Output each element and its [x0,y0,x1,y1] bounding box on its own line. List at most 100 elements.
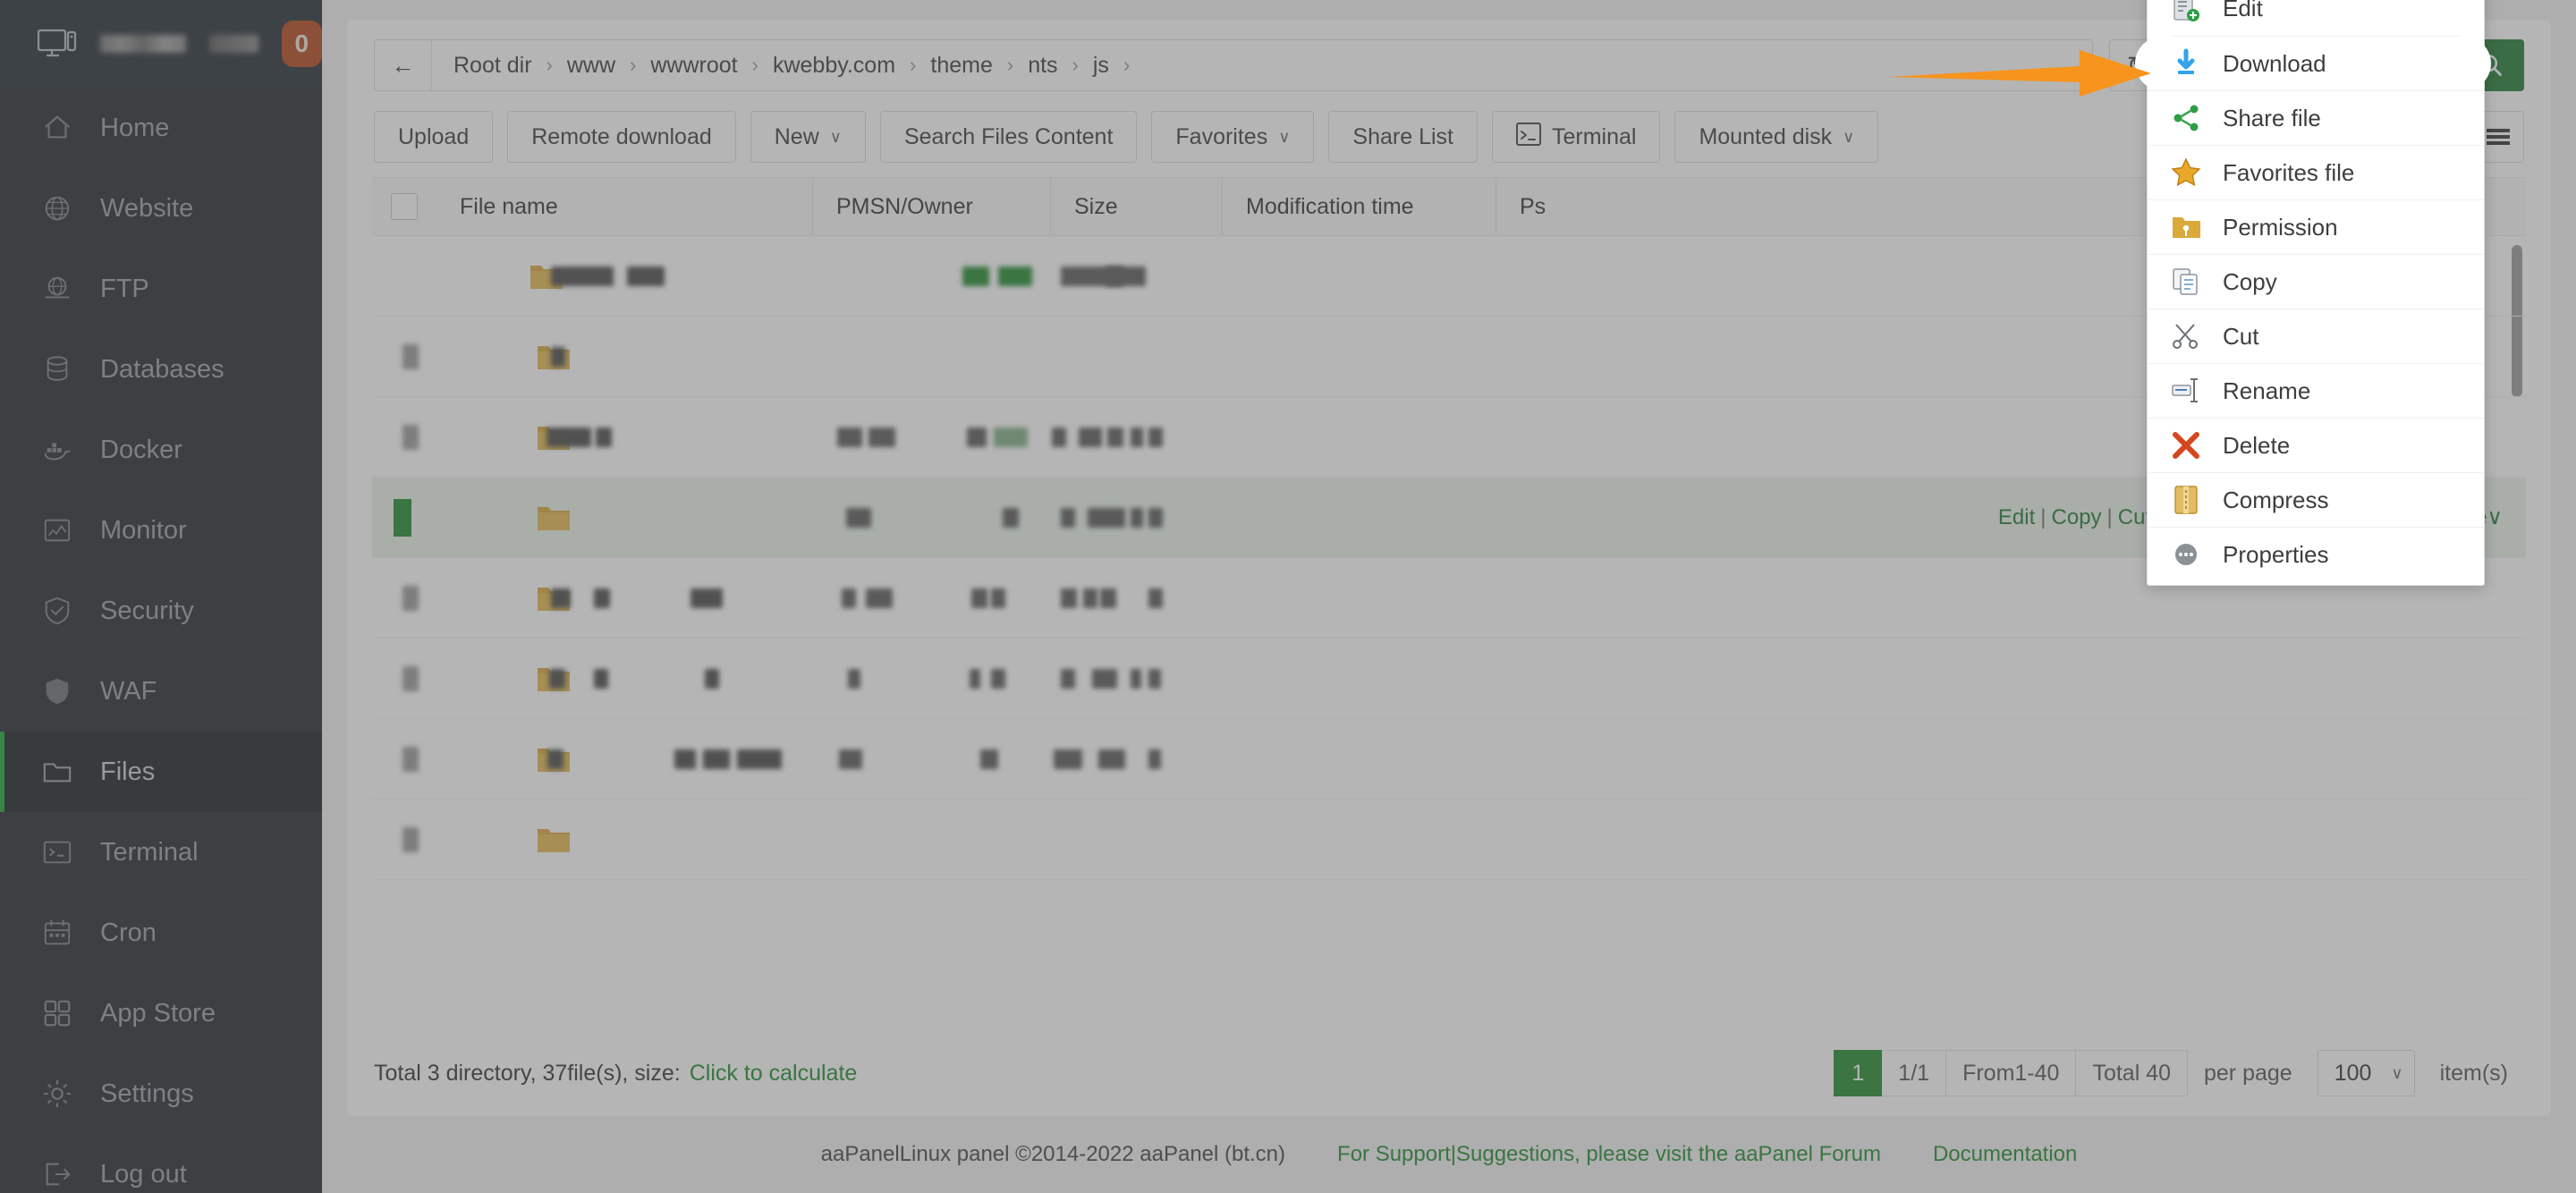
notification-badge[interactable]: 0 [281,20,322,67]
arrow-left-icon[interactable]: ← [375,40,432,90]
page-footer: aaPanelLinux panel ©2014-2022 aaPanel (b… [322,1116,2576,1193]
upload-button[interactable]: Upload [374,111,494,163]
sidebar-item-ftp[interactable]: FTP [0,249,322,329]
arrow-annotation-icon [1887,50,2151,97]
sidebar-item-terminal[interactable]: Terminal [0,812,322,893]
terminal-label: Terminal [1551,123,1637,149]
share-icon [2169,101,2203,135]
size-redacted [971,588,987,608]
sidebar-item-website[interactable]: Website [0,168,322,249]
table-row[interactable] [372,639,2526,719]
sidebar-item-docker[interactable]: Docker [0,410,322,490]
file-name-redacted [705,668,719,689]
terminal-icon [1515,122,1541,152]
context-menu-item-share-file[interactable]: Share file [2148,90,2484,145]
sidebar-item-app-store[interactable]: App Store [0,973,322,1053]
context-menu-item-rename[interactable]: Rename [2148,363,2484,418]
sidebar-item-settings[interactable]: Settings [0,1053,322,1134]
context-menu-item-download[interactable]: Download [2135,36,2491,90]
context-menu-item-label: Delete [2223,431,2291,459]
breadcrumb-item[interactable]: wwwroot [650,53,737,79]
row-checkbox-redacted[interactable] [402,343,419,369]
context-menu-item-permission[interactable]: Permission [2148,199,2484,254]
action-separator: | [2040,505,2046,529]
terminal-button[interactable]: Terminal [1491,111,1661,163]
chevron-down-icon: ∨ [2487,505,2503,529]
chevron-right-icon: › [1006,54,1014,76]
column-modification-time[interactable]: Modification time [1222,178,1496,235]
mounted-disk-button[interactable]: Mounted disk ∨ [1674,111,1879,163]
context-menu-item-label: Rename [2223,377,2311,404]
row-checkbox-redacted[interactable] [402,826,419,852]
context-menu-item-label: Copy [2223,267,2277,295]
docker-icon [41,434,73,466]
column-pmsn-owner[interactable]: PMSN/Owner [812,178,1050,235]
file-name-redacted [737,749,782,769]
summary-text: Total 3 directory, 37file(s), size: [374,1060,681,1086]
breadcrumb-item[interactable]: www [567,53,615,79]
breadcrumb-item[interactable]: Root dir [453,53,532,79]
footer-documentation-link[interactable]: Documentation [1933,1142,2077,1167]
column-size[interactable]: Size [1050,178,1222,235]
calendar-icon [41,917,73,949]
logout-icon [41,1158,73,1190]
column-ps[interactable]: Ps [1496,178,1871,235]
context-menu-item-favorites-file[interactable]: Favorites file [2148,145,2484,199]
row-action-copy[interactable]: Copy [2052,505,2102,529]
context-menu-item-properties[interactable]: Properties [2148,527,2484,581]
chevron-right-icon: › [630,54,637,76]
context-menu-item-compress[interactable]: Compress [2148,472,2484,527]
sidebar-item-label: Docker [100,435,182,464]
context-menu-item-cut[interactable]: Cut [2148,309,2484,363]
share-list-button[interactable]: Share List [1328,111,1478,163]
new-button[interactable]: New ∨ [750,111,866,163]
sidebar-item-log-out[interactable]: Log out [0,1134,322,1193]
breadcrumb-item[interactable]: theme [930,53,992,79]
sidebar-item-cron[interactable]: Cron [0,893,322,973]
size-redacted [962,266,989,286]
context-menu-item-edit[interactable]: Edit [2148,0,2484,36]
row-checkbox-redacted[interactable] [402,424,419,450]
context-menu-item-label: Compress [2223,486,2329,513]
sidebar-item-home[interactable]: Home [0,88,322,168]
context-menu-item-copy[interactable]: Copy [2148,254,2484,309]
sidebar-item-label: App Store [100,998,216,1028]
search-files-content-button[interactable]: Search Files Content [879,111,1138,163]
row-checkbox-redacted[interactable] [402,746,419,772]
sidebar-item-waf[interactable]: WAF [0,651,322,732]
table-row[interactable] [372,719,2526,800]
file-name-redacted [674,749,696,769]
per-page-select[interactable]: 100 ∨ [2317,1050,2415,1096]
context-menu-item-label: Edit [2223,0,2263,21]
database-icon [41,353,73,385]
modification-time-redacted [1061,588,1077,608]
favorites-button[interactable]: Favorites ∨ [1151,111,1315,163]
folder-icon [537,825,571,854]
sidebar-item-monitor[interactable]: Monitor [0,490,322,571]
row-checkbox-redacted[interactable] [402,665,419,691]
breadcrumb-item[interactable]: js [1093,53,1109,79]
row-checkbox-redacted[interactable] [402,585,419,611]
footer-support-link[interactable]: For Support|Suggestions, please visit th… [1337,1142,1881,1167]
file-name-redacted [547,427,591,447]
breadcrumb-item[interactable]: kwebby.com [773,53,895,79]
row-action-edit[interactable]: Edit [1998,505,2035,529]
file-name-redacted [549,668,565,689]
sidebar-item-files[interactable]: Files [0,732,322,812]
context-menu-item-delete[interactable]: Delete [2148,418,2484,472]
modification-time-redacted [1098,749,1125,769]
sidebar-item-databases[interactable]: Databases [0,329,322,410]
click-to-calculate-link[interactable]: Click to calculate [690,1061,858,1087]
breadcrumb-item[interactable]: nts [1028,53,1057,79]
column-file-name[interactable]: File name [436,178,812,235]
file-name-redacted [551,266,614,286]
page-1-button[interactable]: 1 [1834,1050,1883,1096]
select-all-checkbox[interactable] [372,193,436,220]
sidebar-item-label: Home [100,113,170,142]
size-redacted [991,588,1005,608]
file-name-redacted [551,346,565,367]
sidebar-item-security[interactable]: Security [0,571,322,651]
table-row[interactable] [372,800,2526,880]
remote-download-button[interactable]: Remote download [507,111,736,163]
chevron-right-icon: › [1123,54,1131,76]
